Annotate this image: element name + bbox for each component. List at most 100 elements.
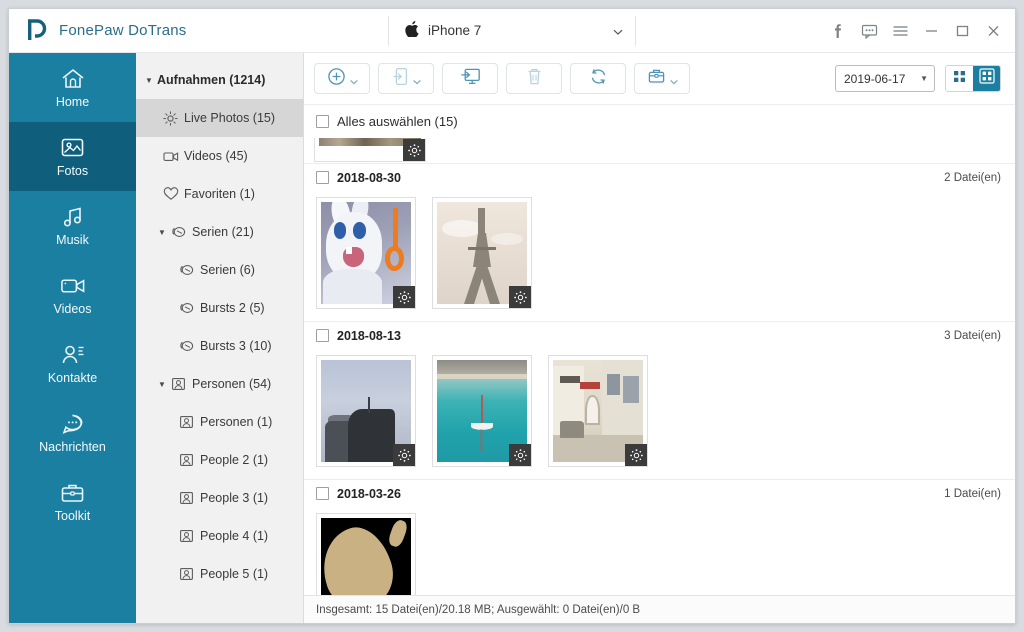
sidebar-item-musik[interactable]: Musik — [9, 191, 136, 260]
photo-thumbnail-rocks[interactable] — [316, 355, 416, 467]
burst-icon — [170, 225, 187, 239]
photo-icon — [60, 136, 86, 160]
sidebar-item-home[interactable]: Home — [9, 53, 136, 122]
partial-thumbnail-row — [304, 138, 1015, 163]
group-date: 2018-08-30 — [337, 170, 401, 185]
group-date: 2018-03-26 — [337, 486, 401, 501]
tree-item-serien-group[interactable]: ▼ Serien (21) — [136, 213, 303, 251]
tree-item-label: People 4 (1) — [200, 529, 269, 543]
date-group-header: 2018-03-26 1 Datei(en) — [304, 479, 1015, 507]
group-file-count: 1 Datei(en) — [944, 487, 1001, 500]
people-icon — [178, 415, 195, 429]
tree-item-aufnahmen[interactable]: ▼ Aufnahmen (1214) — [136, 61, 303, 99]
tree-item-label: People 2 (1) — [200, 453, 269, 467]
live-photo-badge-icon — [509, 286, 531, 308]
home-icon — [60, 67, 86, 91]
sidebar-item-toolkit[interactable]: Toolkit — [9, 467, 136, 536]
view-mode-small-grid[interactable] — [946, 66, 973, 91]
tree-item-label: Bursts 2 (5) — [200, 301, 265, 315]
export-to-phone-icon — [392, 67, 409, 91]
video-camera-icon — [60, 274, 86, 298]
group-checkbox[interactable] — [316, 329, 329, 342]
select-all-label: Alles auswählen (15) — [337, 114, 458, 129]
add-button[interactable] — [314, 63, 370, 94]
photo-grid-scroll-area[interactable]: 2018-08-30 2 Datei(en) 2018-08-13 3 Date… — [304, 138, 1015, 595]
tree-item-favoriten[interactable]: Favoriten (1) — [136, 175, 303, 213]
close-button[interactable] — [978, 16, 1009, 46]
window-controls — [823, 16, 1015, 46]
tree-item-personen[interactable]: Personen (1) — [136, 403, 303, 441]
delete-button[interactable] — [506, 63, 562, 94]
tree-item-label: Serien (21) — [192, 225, 254, 239]
chevron-down-icon — [349, 74, 358, 85]
tree-item-serien[interactable]: Serien (6) — [136, 251, 303, 289]
briefcase-icon — [60, 481, 86, 505]
tree-item-personen-group[interactable]: ▼ Personen (54) — [136, 365, 303, 403]
feedback-button[interactable] — [854, 16, 885, 46]
maximize-button[interactable] — [947, 16, 978, 46]
sidebar-item-videos[interactable]: Videos — [9, 260, 136, 329]
twisty-expanded-icon[interactable]: ▼ — [156, 228, 168, 237]
tree-item-people-4[interactable]: People 4 (1) — [136, 517, 303, 555]
sidebar-item-label: Fotos — [56, 163, 89, 178]
tree-item-bursts-2[interactable]: Bursts 2 (5) — [136, 289, 303, 327]
twisty-expanded-icon[interactable]: ▼ — [156, 380, 168, 389]
select-all-checkbox[interactable] — [316, 115, 329, 128]
date-group-header: 2018-08-13 3 Datei(en) — [304, 321, 1015, 349]
sidebar-item-fotos[interactable]: Fotos — [9, 122, 136, 191]
partial-photo-thumbnail[interactable] — [314, 138, 426, 162]
toolbar: 2019-06-17 ▼ — [304, 53, 1015, 105]
date-filter-select[interactable]: 2019-06-17 ▼ — [835, 65, 935, 92]
facebook-button[interactable] — [823, 16, 854, 46]
group-date: 2018-08-13 — [337, 328, 401, 343]
sidebar-item-nachrichten[interactable]: Nachrichten — [9, 398, 136, 467]
photo-thumbnail-street[interactable] — [548, 355, 648, 467]
tree-item-live-photos[interactable]: Live Photos (15) — [136, 99, 303, 137]
tree-item-people-3[interactable]: People 3 (1) — [136, 479, 303, 517]
view-mode-toggle — [945, 65, 1001, 92]
briefcase-icon — [647, 67, 666, 90]
export-to-monitor-icon — [460, 67, 481, 91]
chevron-down-icon — [412, 74, 421, 85]
people-icon — [178, 567, 195, 581]
sidebar-item-label: Toolkit — [54, 508, 91, 523]
photo-thumbnail-sailboat[interactable] — [432, 355, 532, 467]
tree-item-label: Favoriten (1) — [184, 187, 255, 201]
triangle-down-icon: ▼ — [920, 74, 928, 83]
status-bar: Insgesamt: 15 Datei(en)/20.18 MB; Ausgew… — [304, 595, 1015, 623]
export-to-computer-button[interactable] — [442, 63, 498, 94]
thumbnail-image — [321, 518, 411, 595]
chat-bubble-icon — [60, 412, 86, 436]
tree-item-videos[interactable]: Videos (45) — [136, 137, 303, 175]
date-filter-value: 2019-06-17 — [844, 71, 906, 86]
date-group-header: 2018-08-30 2 Datei(en) — [304, 163, 1015, 191]
sidebar-item-kontakte[interactable]: Kontakte — [9, 329, 136, 398]
view-mode-large-grid[interactable] — [973, 66, 1000, 91]
app-window: FonePaw DoTrans iPhone 7 Home Fotos Musi… — [8, 8, 1016, 624]
contact-person-icon — [60, 343, 86, 367]
tree-item-people-2[interactable]: People 2 (1) — [136, 441, 303, 479]
title-bar: FonePaw DoTrans iPhone 7 — [9, 9, 1015, 53]
refresh-button[interactable] — [570, 63, 626, 94]
photo-thumbnail-eiffel-tower[interactable] — [432, 197, 532, 309]
heart-icon — [162, 187, 179, 201]
device-selector[interactable]: iPhone 7 — [388, 15, 636, 46]
people-icon — [178, 453, 195, 467]
export-to-device-button[interactable] — [378, 63, 434, 94]
tree-item-label: Videos (45) — [184, 149, 248, 163]
toolkit-button[interactable] — [634, 63, 690, 94]
tree-item-people-5[interactable]: People 5 (1) — [136, 555, 303, 593]
group-checkbox[interactable] — [316, 171, 329, 184]
photo-thumbnail-bunny[interactable] — [316, 197, 416, 309]
group-checkbox[interactable] — [316, 487, 329, 500]
minimize-button[interactable] — [916, 16, 947, 46]
tree-item-label: People 3 (1) — [200, 491, 269, 505]
left-nav: Home Fotos Musik Videos Kontakte Nachric… — [9, 53, 136, 623]
tree-item-bursts-3[interactable]: Bursts 3 (10) — [136, 327, 303, 365]
menu-button[interactable] — [885, 16, 916, 46]
people-icon — [170, 377, 187, 391]
tree-item-label: Personen (1) — [200, 415, 273, 429]
photo-thumbnail-leaf[interactable] — [316, 513, 416, 595]
twisty-expanded-icon[interactable]: ▼ — [143, 76, 155, 85]
toolbar-right: 2019-06-17 ▼ — [835, 65, 1001, 92]
